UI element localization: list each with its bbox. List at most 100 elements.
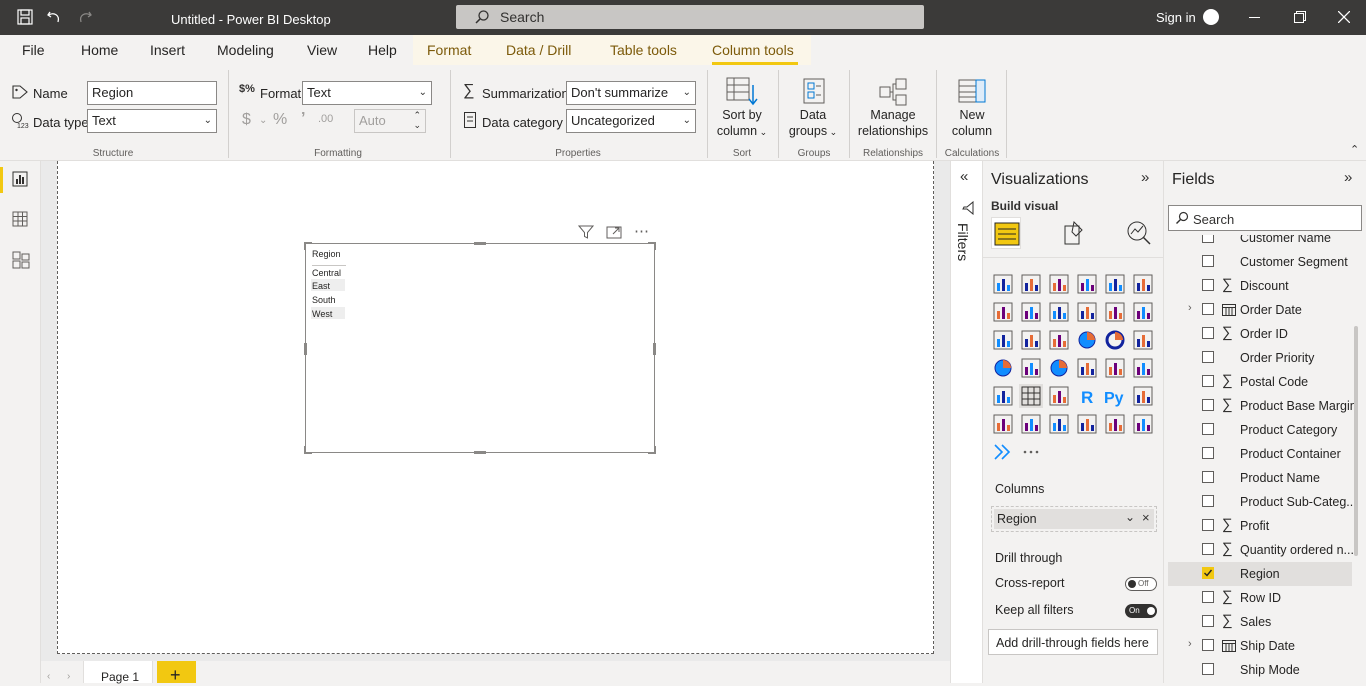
- analytics-icon[interactable]: [1126, 220, 1152, 246]
- field-checkbox[interactable]: [1202, 663, 1214, 675]
- field-list-scrollbar[interactable]: [1354, 326, 1358, 556]
- menu-help[interactable]: Help: [368, 42, 397, 58]
- field-item[interactable]: › Order Date: [1168, 298, 1352, 322]
- fields-search-input[interactable]: Search: [1168, 205, 1362, 231]
- menu-home[interactable]: Home: [81, 42, 118, 58]
- table-icon[interactable]: [1019, 384, 1043, 408]
- redo-icon[interactable]: [77, 9, 93, 25]
- card-icon[interactable]: [1075, 356, 1099, 380]
- field-item[interactable]: Order Priority: [1168, 346, 1352, 370]
- slicer-icon[interactable]: [991, 384, 1015, 408]
- stacked-column-chart-icon[interactable]: [1019, 272, 1043, 296]
- decomposition-tree-icon[interactable]: [991, 412, 1015, 436]
- field-checkbox[interactable]: [1202, 615, 1214, 627]
- menu-data-drill[interactable]: Data / Drill: [506, 42, 571, 58]
- line-stacked-column-icon[interactable]: [1103, 300, 1127, 324]
- chevron-down-icon[interactable]: ⌄: [1125, 510, 1135, 524]
- new-column-button[interactable]: New column: [942, 75, 1002, 139]
- chevron-down-icon[interactable]: ⌄: [259, 115, 267, 126]
- field-checkbox[interactable]: [1202, 639, 1214, 651]
- power-apps-icon[interactable]: [1103, 412, 1127, 436]
- decimal-icon[interactable]: .00: [318, 113, 333, 125]
- field-checkbox[interactable]: [1202, 519, 1214, 531]
- key-influencers-icon[interactable]: [1131, 384, 1155, 408]
- field-item[interactable]: Customer Name: [1168, 235, 1352, 250]
- field-checkbox[interactable]: [1202, 303, 1214, 315]
- paginated-report-icon[interactable]: [1075, 412, 1099, 436]
- drill-through-well[interactable]: Add drill-through fields here: [988, 629, 1158, 655]
- keep-filters-toggle[interactable]: On: [1125, 604, 1157, 618]
- line-clustered-column-icon[interactable]: [1075, 300, 1099, 324]
- sort-by-column-button[interactable]: Sort by column ⌄: [712, 75, 772, 140]
- build-visual-tab[interactable]: [991, 217, 1021, 249]
- columns-well[interactable]: Region ⌄ ×: [991, 506, 1157, 532]
- sign-in-link[interactable]: Sign in: [1156, 10, 1196, 25]
- field-checkbox[interactable]: [1202, 567, 1214, 579]
- filled-map-icon[interactable]: [1019, 356, 1043, 380]
- clustered-bar-chart-icon[interactable]: [1047, 272, 1071, 296]
- field-item[interactable]: ∑ Quantity ordered n...: [1168, 538, 1354, 562]
- model-view-icon[interactable]: [12, 251, 30, 269]
- donut-chart-icon[interactable]: [1103, 328, 1127, 352]
- matrix-icon[interactable]: [1047, 384, 1071, 408]
- resize-handle[interactable]: [474, 242, 486, 245]
- table-visual[interactable]: Region Central East South West: [304, 242, 656, 454]
- field-item[interactable]: ∑ Order ID: [1168, 322, 1352, 346]
- field-item[interactable]: ∑ Discount: [1168, 274, 1352, 298]
- resize-handle[interactable]: [304, 446, 312, 454]
- clustered-column-chart-icon[interactable]: [1075, 272, 1099, 296]
- format-visual-icon[interactable]: [1062, 220, 1086, 246]
- scatter-chart-icon[interactable]: [1047, 328, 1071, 352]
- field-item[interactable]: ∑ Sales: [1168, 610, 1352, 634]
- add-page-button[interactable]: +: [157, 661, 196, 685]
- field-checkbox[interactable]: [1202, 375, 1214, 387]
- report-view-icon[interactable]: [12, 171, 28, 187]
- more-visuals-icon[interactable]: [1019, 440, 1043, 464]
- python-visual-icon[interactable]: Py: [1103, 384, 1127, 408]
- expand-filters-icon[interactable]: «: [960, 168, 968, 185]
- field-checkbox[interactable]: [1202, 591, 1214, 603]
- field-item[interactable]: › Ship Date: [1168, 634, 1352, 658]
- pie-chart-icon[interactable]: [1075, 328, 1099, 352]
- prev-page-icon[interactable]: ‹: [47, 671, 50, 682]
- field-checkbox[interactable]: [1202, 235, 1214, 243]
- gauge-icon[interactable]: [1047, 356, 1071, 380]
- menu-file[interactable]: File: [22, 42, 45, 58]
- field-checkbox[interactable]: [1202, 471, 1214, 483]
- r-visual-icon[interactable]: R: [1075, 384, 1099, 408]
- funnel-chart-icon[interactable]: [1019, 328, 1043, 352]
- more-options-icon[interactable]: ⋯: [634, 222, 650, 240]
- menu-format[interactable]: Format: [427, 42, 471, 58]
- name-input[interactable]: Region: [87, 81, 217, 105]
- field-item[interactable]: Customer Segment: [1168, 250, 1352, 274]
- collapse-ribbon-icon[interactable]: ⌃: [1350, 143, 1359, 156]
- menu-modeling[interactable]: Modeling: [217, 42, 274, 58]
- get-more-visuals-icon[interactable]: [991, 440, 1015, 464]
- menu-insert[interactable]: Insert: [150, 42, 185, 58]
- field-item[interactable]: ∑ Product Base Margin: [1168, 394, 1354, 418]
- data-category-select[interactable]: Uncategorized ⌄: [566, 109, 696, 133]
- undo-icon[interactable]: [46, 9, 62, 25]
- percent-icon[interactable]: %: [273, 111, 287, 129]
- field-checkbox[interactable]: [1202, 423, 1214, 435]
- field-item[interactable]: Product Name: [1168, 466, 1352, 490]
- qa-icon[interactable]: [1019, 412, 1043, 436]
- resize-handle[interactable]: [648, 242, 656, 250]
- close-icon[interactable]: [1338, 11, 1350, 23]
- stacked-area-chart-icon[interactable]: [1047, 300, 1071, 324]
- summarization-select[interactable]: Don't summarize ⌄: [566, 81, 696, 105]
- decimal-places-input[interactable]: Auto ⌃ ⌄: [354, 109, 426, 133]
- menu-view[interactable]: View: [307, 42, 337, 58]
- field-checkbox[interactable]: [1202, 351, 1214, 363]
- field-item[interactable]: Product Category: [1168, 418, 1352, 442]
- restore-icon[interactable]: [1294, 11, 1306, 23]
- smart-narrative-icon[interactable]: [1047, 412, 1071, 436]
- collapse-viz-icon[interactable]: »: [1141, 169, 1149, 186]
- remove-field-icon[interactable]: ×: [1142, 510, 1150, 525]
- field-item[interactable]: Product Container: [1168, 442, 1352, 466]
- resize-handle[interactable]: [653, 343, 656, 355]
- field-checkbox[interactable]: [1202, 399, 1214, 411]
- chevron-right-icon[interactable]: ›: [1188, 638, 1192, 650]
- data-type-select[interactable]: Text ⌄: [87, 109, 217, 133]
- field-item[interactable]: ∑ Profit: [1168, 514, 1352, 538]
